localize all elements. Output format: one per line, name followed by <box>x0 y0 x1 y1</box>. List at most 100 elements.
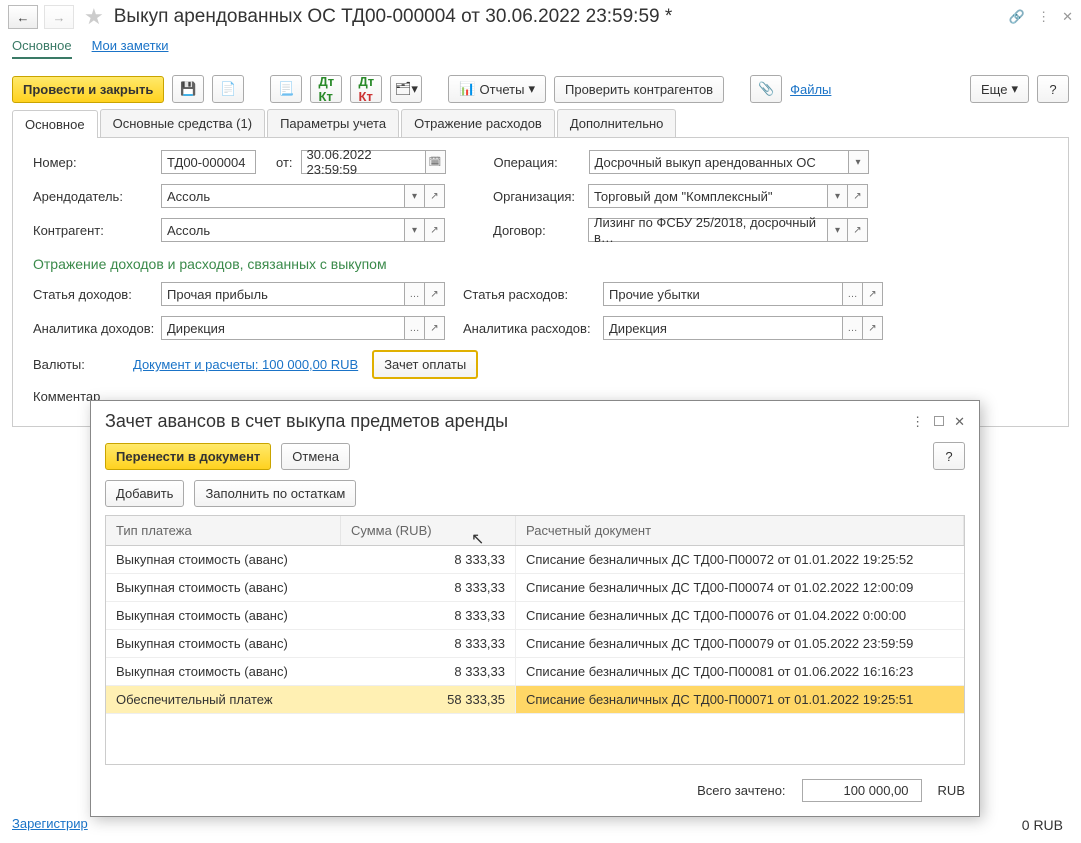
open-ref-icon[interactable]: ↗ <box>863 316 883 340</box>
more-button[interactable]: Еще ▾ <box>970 75 1029 103</box>
expense-item-input[interactable]: Прочие убытки <box>603 282 843 306</box>
add-row-button[interactable]: Добавить <box>105 480 184 507</box>
nav-notes[interactable]: Мои заметки <box>92 38 169 59</box>
nav-forward-button[interactable]: → <box>44 5 74 29</box>
reports-button[interactable]: 📊 Отчеты ▾ <box>448 75 546 103</box>
attach-icon[interactable]: 📎 <box>750 75 782 103</box>
table-row[interactable]: Выкупная стоимость (аванс)8 333,33Списан… <box>106 658 964 686</box>
offset-payment-button[interactable]: Зачет оплаты <box>372 350 478 379</box>
doc-icon[interactable]: 📃 <box>270 75 302 103</box>
chevron-down-icon[interactable]: ▾ <box>828 184 848 208</box>
chevron-down-icon[interactable]: ▾ <box>849 150 869 174</box>
open-ref-icon[interactable]: ↗ <box>425 184 445 208</box>
dtkt-red-icon[interactable]: ДтКт <box>350 75 382 103</box>
table-row[interactable]: Выкупная стоимость (аванс)8 333,33Списан… <box>106 602 964 630</box>
payments-grid[interactable]: Тип платежа Сумма (RUB) Расчетный докуме… <box>105 515 965 765</box>
post-icon[interactable]: 📄 <box>212 75 244 103</box>
cpty-input[interactable]: Ассоль <box>161 218 405 242</box>
fill-by-balances-button[interactable]: Заполнить по остаткам <box>194 480 356 507</box>
cell-type: Выкупная стоимость (аванс) <box>106 630 341 657</box>
move-to-doc-button[interactable]: Перенести в документ <box>105 443 271 470</box>
table-row[interactable]: Выкупная стоимость (аванс)8 333,33Списан… <box>106 546 964 574</box>
tab-assets[interactable]: Основные средства (1) <box>100 109 266 137</box>
cell-doc: Списание безналичных ДС ТД00-П00072 от 0… <box>516 546 964 573</box>
save-icon[interactable]: 💾 <box>172 75 204 103</box>
income-analytics-input[interactable]: Дирекция <box>161 316 405 340</box>
from-label: от: <box>276 155 293 170</box>
create-based-on-icon[interactable]: 🗂▾ <box>390 75 422 103</box>
ellipsis-icon[interactable]: … <box>843 316 863 340</box>
income-item-input[interactable]: Прочая прибыль <box>161 282 405 306</box>
ellipsis-icon[interactable]: … <box>843 282 863 306</box>
cell-sum: 8 333,33 <box>341 630 516 657</box>
chevron-down-icon[interactable]: ▾ <box>405 218 425 242</box>
maximize-icon[interactable] <box>934 414 944 430</box>
cell-doc: Списание безналичных ДС ТД00-П00074 от 0… <box>516 574 964 601</box>
lessor-label: Арендодатель: <box>33 189 161 204</box>
nav-main[interactable]: Основное <box>12 38 72 59</box>
close-icon[interactable]: ✕ <box>1062 9 1073 25</box>
dtkt-green-icon[interactable]: ДтКт <box>310 75 342 103</box>
open-ref-icon[interactable]: ↗ <box>425 218 445 242</box>
cell-sum: 58 333,35 <box>341 686 516 713</box>
total-offset-value: 100 000,00 <box>802 779 922 802</box>
table-row[interactable]: Выкупная стоимость (аванс)8 333,33Списан… <box>106 630 964 658</box>
org-input[interactable]: Торговый дом "Комплексный" <box>588 184 828 208</box>
open-ref-icon[interactable]: ↗ <box>848 184 868 208</box>
ellipsis-icon[interactable]: … <box>405 316 425 340</box>
number-input[interactable]: ТД00-000004 <box>161 150 256 174</box>
income-item-label: Статья доходов: <box>33 287 161 302</box>
check-counterparties-button[interactable]: Проверить контрагентов <box>554 76 724 103</box>
cell-sum: 8 333,33 <box>341 546 516 573</box>
ellipsis-icon[interactable]: … <box>405 282 425 306</box>
post-and-close-button[interactable]: Провести и закрыть <box>12 76 164 103</box>
total-offset-currency: RUB <box>938 783 965 798</box>
kebab-icon[interactable]: ⋮ <box>1037 9 1050 25</box>
help-button[interactable]: ? <box>1037 75 1069 103</box>
col-doc[interactable]: Расчетный документ <box>516 516 964 545</box>
tab-params[interactable]: Параметры учета <box>267 109 399 137</box>
offset-dialog: Зачет авансов в счет выкупа предметов ар… <box>90 400 980 817</box>
contract-label: Договор: <box>493 223 588 238</box>
cell-type: Выкупная стоимость (аванс) <box>106 602 341 629</box>
expense-analytics-label: Аналитика расходов: <box>463 321 603 336</box>
open-ref-icon[interactable]: ↗ <box>848 218 868 242</box>
income-analytics-label: Аналитика доходов: <box>33 321 161 336</box>
kebab-icon[interactable]: ⋮ <box>911 414 924 430</box>
cell-sum: 8 333,33 <box>341 658 516 685</box>
tab-expenses[interactable]: Отражение расходов <box>401 109 555 137</box>
nav-back-button[interactable]: ← <box>8 5 38 29</box>
table-row[interactable]: Обеспечительный платеж58 333,35Списание … <box>106 686 964 714</box>
date-picker-icon[interactable]: 🗓 <box>426 150 446 174</box>
table-row[interactable]: Выкупная стоимость (аванс)8 333,33Списан… <box>106 574 964 602</box>
favorite-star-icon[interactable]: ★ <box>84 4 104 30</box>
cell-type: Обеспечительный платеж <box>106 686 341 713</box>
close-icon[interactable]: ✕ <box>954 414 965 430</box>
chevron-down-icon[interactable]: ▾ <box>828 218 848 242</box>
expense-analytics-input[interactable]: Дирекция <box>603 316 843 340</box>
chevron-down-icon[interactable]: ▾ <box>405 184 425 208</box>
tab-extra[interactable]: Дополнительно <box>557 109 677 137</box>
contract-input[interactable]: Лизинг по ФСБУ 25/2018, досрочный в… <box>588 218 828 242</box>
lessor-input[interactable]: Ассоль <box>161 184 405 208</box>
col-type[interactable]: Тип платежа <box>106 516 341 545</box>
cell-type: Выкупная стоимость (аванс) <box>106 658 341 685</box>
cell-type: Выкупная стоимость (аванс) <box>106 546 341 573</box>
tab-main[interactable]: Основное <box>12 110 98 138</box>
link-icon[interactable]: 🔗 <box>1009 9 1025 25</box>
expense-item-label: Статья расходов: <box>463 287 603 302</box>
help-button[interactable]: ? <box>933 442 965 470</box>
open-ref-icon[interactable]: ↗ <box>425 316 445 340</box>
cancel-button[interactable]: Отмена <box>281 443 350 470</box>
date-input[interactable]: 30.06.2022 23:59:59 <box>301 150 426 174</box>
operation-select[interactable]: Досрочный выкуп арендованных ОС <box>589 150 849 174</box>
register-link[interactable]: Зарегистрир <box>12 816 88 831</box>
open-ref-icon[interactable]: ↗ <box>863 282 883 306</box>
cell-doc: Списание безналичных ДС ТД00-П00076 от 0… <box>516 602 964 629</box>
files-link[interactable]: Файлы <box>790 82 831 97</box>
col-sum[interactable]: Сумма (RUB) <box>341 516 516 545</box>
cell-doc: Списание безналичных ДС ТД00-П00081 от 0… <box>516 658 964 685</box>
cell-type: Выкупная стоимость (аванс) <box>106 574 341 601</box>
open-ref-icon[interactable]: ↗ <box>425 282 445 306</box>
currency-link[interactable]: Документ и расчеты: 100 000,00 RUB <box>133 357 358 372</box>
